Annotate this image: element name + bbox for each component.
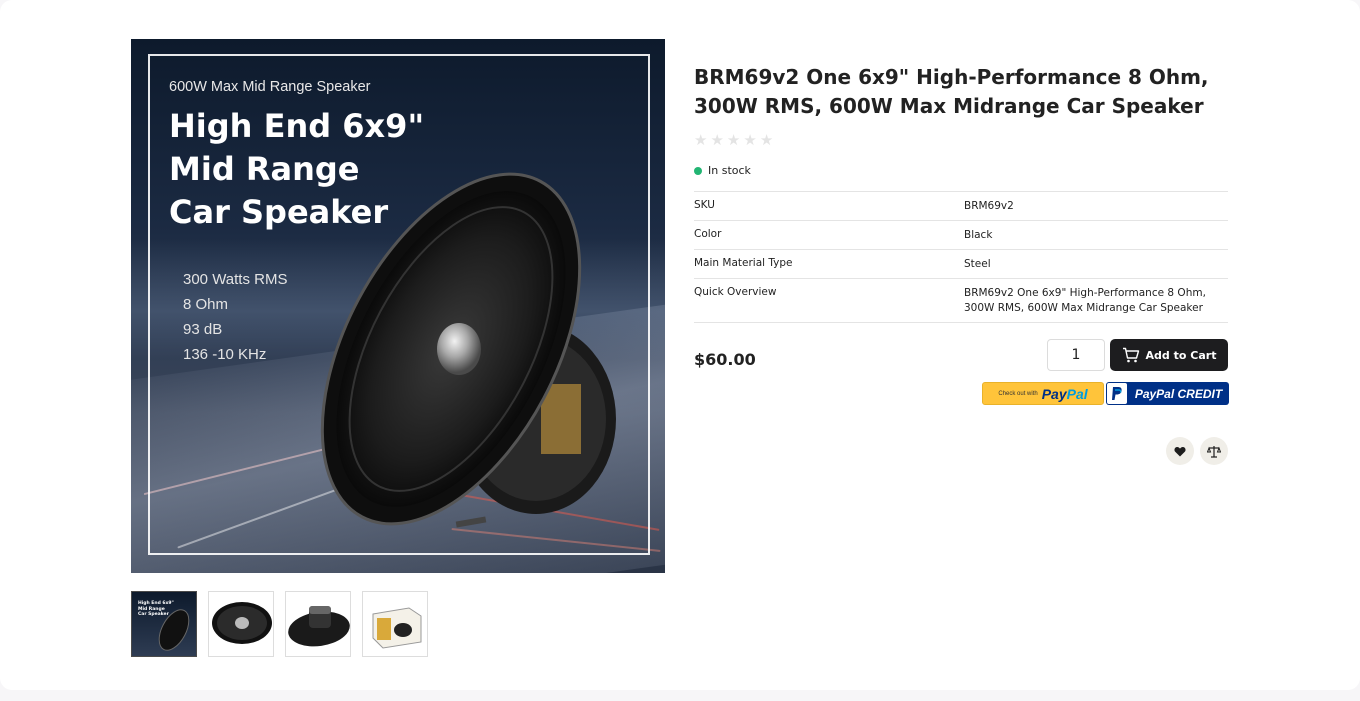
add-to-cart-button[interactable]: Add to Cart — [1110, 339, 1228, 371]
table-row: Color Black — [694, 221, 1228, 250]
add-to-cart-label: Add to Cart — [1145, 348, 1217, 362]
image-spec-line: 93 dB — [183, 321, 223, 338]
table-row: SKU BRM69v2 — [694, 192, 1228, 221]
spec-key: SKU — [694, 199, 715, 211]
image-subtitle: 600W Max Mid Range Speaker — [169, 79, 371, 95]
paypal-credit-button[interactable]: PayPal CREDIT — [1106, 382, 1229, 405]
image-headline: High End 6x9" Mid Range Car Speaker — [169, 105, 469, 234]
scale-icon — [1207, 445, 1221, 458]
spec-table: SKU BRM69v2 Color Black Main Material Ty… — [694, 191, 1228, 323]
product-title: BRM69v2 One 6x9" High-Performance 8 Ohm,… — [694, 65, 1209, 118]
headline-line: Mid Range — [169, 150, 360, 188]
product-page: 600W Max Mid Range Speaker High End 6x9"… — [0, 0, 1360, 690]
thumbnail-speaker-front[interactable] — [208, 591, 274, 657]
paypal-p-icon — [1107, 383, 1127, 404]
paypal-credit-label: PayPal CREDIT — [1134, 386, 1223, 401]
headline-line: High End 6x9" — [169, 107, 425, 145]
spec-value: Steel — [964, 258, 991, 270]
thumbnail-ad-image[interactable]: High End 6x9" Mid Range Car Speaker — [131, 591, 197, 657]
star-icon: ★ — [726, 131, 741, 149]
box-icon — [372, 607, 422, 649]
spec-key: Main Material Type — [694, 257, 793, 269]
heart-icon — [1174, 446, 1186, 456]
table-row: Quick Overview BRM69v2 One 6x9" High-Per… — [694, 279, 1228, 323]
spec-value: Black — [964, 229, 993, 241]
star-icon: ★ — [694, 131, 708, 149]
main-product-image[interactable]: 600W Max Mid Range Speaker High End 6x9"… — [131, 39, 665, 573]
spec-key: Quick Overview — [694, 286, 777, 298]
spec-key: Color — [694, 228, 722, 240]
image-spec-line: 300 Watts RMS — [183, 271, 288, 288]
thumbnail-box[interactable] — [362, 591, 428, 657]
cart-icon — [1122, 347, 1139, 363]
stock-status: In stock — [694, 164, 751, 177]
headline-line: Car Speaker — [169, 193, 389, 231]
thumbnail-speaker-icon — [158, 609, 190, 651]
compare-button[interactable] — [1200, 437, 1228, 465]
spec-value: BRM69v2 — [964, 200, 1014, 212]
image-spec-line: 136 -10 KHz — [183, 346, 267, 363]
paypal-checkout-button[interactable]: Check out with PayPal — [982, 382, 1104, 405]
spec-value: BRM69v2 One 6x9" High-Performance 8 Ohm,… — [964, 287, 1206, 314]
speaker-front-icon — [212, 602, 272, 644]
star-icon: ★ — [743, 131, 757, 149]
image-spec-line: 8 Ohm — [183, 296, 229, 313]
thumbnail-speaker-back[interactable] — [285, 591, 351, 657]
paypal-brand-b: Pal — [1066, 385, 1088, 402]
speaker-back-icon — [288, 606, 350, 647]
table-row: Main Material Type Steel — [694, 250, 1228, 279]
star-icon: ★ — [759, 131, 774, 149]
product-price: $60.00 — [694, 350, 756, 369]
rating-stars[interactable]: ★ ★ ★ ★ ★ — [694, 132, 773, 148]
paypal-brand-a: Pay — [1041, 385, 1067, 402]
stock-dot-icon — [694, 166, 702, 175]
quantity-input[interactable] — [1047, 339, 1105, 371]
paypal-logo: PayPal — [1042, 386, 1088, 402]
paypal-small-label: Check out with — [998, 390, 1038, 397]
star-icon: ★ — [710, 131, 724, 149]
wishlist-button[interactable] — [1166, 437, 1194, 465]
thumbnail-strip: High End 6x9" Mid Range Car Speaker — [131, 591, 428, 657]
image-specs: 300 Watts RMS 8 Ohm 93 dB 136 -10 KHz — [183, 267, 287, 367]
stock-label: In stock — [708, 164, 751, 177]
